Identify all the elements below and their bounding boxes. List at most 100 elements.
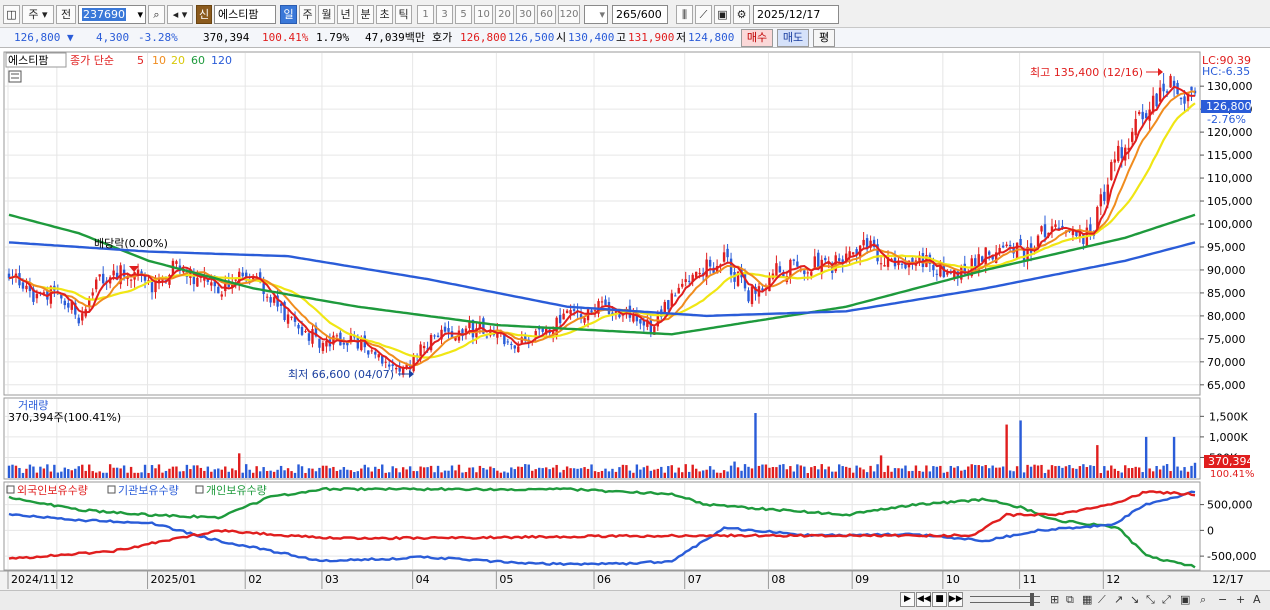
volume-bar — [140, 472, 143, 478]
tab-year[interactable]: 년 — [337, 5, 354, 24]
zoom-in-icon[interactable]: + — [1236, 592, 1245, 607]
volume-bar — [694, 468, 698, 478]
stock-chart[interactable]: 130,000125,000120,000115,000110,000105,0… — [0, 48, 1270, 590]
volume-bar — [600, 470, 604, 478]
save-icon[interactable]: ▣ — [714, 5, 731, 24]
candle-body — [286, 314, 290, 324]
layout-icon[interactable]: ⊞ — [1050, 592, 1059, 607]
candle-body — [984, 247, 987, 265]
high-annotation: 최고 135,400 (12/16) — [1030, 66, 1143, 79]
volume-bar — [360, 468, 363, 478]
sound-icon[interactable]: ◂ ▾ — [167, 5, 193, 24]
minute-20[interactable]: 20 — [495, 5, 514, 24]
scroll-right-icon[interactable]: ▶ — [900, 592, 915, 607]
gear-icon[interactable]: ⚙ — [733, 5, 750, 24]
chart-type-icon[interactable]: ◫ — [3, 5, 20, 24]
count-field[interactable]: 265/600 — [612, 5, 668, 24]
time-tick-label: 11 — [1023, 573, 1037, 586]
volume-bar — [1131, 467, 1134, 478]
auto-scale-icon[interactable]: A — [1253, 592, 1261, 607]
volume-bar — [258, 471, 262, 478]
copy-icon[interactable]: ⧉ — [1066, 592, 1074, 607]
trend-icon[interactable]: ↘ — [1130, 592, 1139, 607]
zoom-out-icon[interactable]: − — [1218, 592, 1227, 607]
volume-bar — [1089, 465, 1092, 478]
minute-1[interactable]: 1 — [417, 5, 434, 24]
volume-bar — [625, 465, 628, 478]
volume-bar — [1151, 471, 1155, 478]
tab-minute[interactable]: 분 — [357, 5, 374, 24]
tab-day[interactable]: 일 — [280, 5, 297, 24]
candle-body — [604, 299, 607, 305]
fast-forward-icon[interactable]: ▶▶ — [948, 592, 963, 607]
eval-button[interactable]: 평 — [813, 29, 835, 47]
date-field[interactable]: 2025/12/17 — [753, 5, 839, 24]
volume-bar — [541, 468, 544, 478]
volume-bar — [269, 470, 272, 478]
volume-bar — [203, 470, 206, 478]
volume-bar — [810, 467, 813, 478]
volume-bar — [164, 470, 168, 478]
interval-dropdown[interactable]: ▾ — [584, 5, 608, 24]
sell-button[interactable]: 매도 — [777, 29, 809, 47]
period-dropdown[interactable]: 주 ▾ — [22, 5, 54, 24]
minute-60[interactable]: 60 — [537, 5, 556, 24]
draw-tool-icon[interactable]: ⟋ — [695, 5, 712, 24]
volume-bar — [1120, 472, 1123, 478]
minute-10[interactable]: 10 — [474, 5, 493, 24]
current-price-tag-text: 126,800 — [1206, 100, 1252, 113]
volume-bar — [1141, 472, 1144, 478]
prev-button[interactable]: 전 — [56, 5, 76, 24]
volume-bar — [886, 465, 890, 478]
time-tick-label: 06 — [597, 573, 611, 586]
tab-tick[interactable]: 틱 — [395, 5, 412, 24]
draw-line-icon[interactable]: ⟋ — [1098, 592, 1106, 607]
current-price: 126,800 ▼ — [14, 31, 74, 44]
stop-icon[interactable]: ■ — [932, 592, 947, 607]
volume-bar — [838, 464, 841, 478]
fib-icon[interactable]: ⤢ — [1162, 592, 1171, 607]
minute-5[interactable]: 5 — [455, 5, 472, 24]
chart-box-icon[interactable]: ▣ — [1180, 592, 1190, 607]
candle-body — [265, 296, 269, 298]
stock-code-input[interactable]: 237690 ▾ — [78, 5, 146, 24]
zoom-search-icon[interactable]: ⌕ — [1200, 592, 1206, 607]
holding-tick-label: -500,000 — [1207, 550, 1256, 563]
volume-bar — [60, 471, 63, 478]
volume-bar — [283, 470, 286, 478]
volume-bar — [576, 468, 579, 478]
volume-bar — [307, 468, 311, 478]
volume-bar — [154, 468, 157, 478]
buy-button[interactable]: 매수 — [741, 29, 773, 47]
candle-body — [342, 343, 346, 345]
search-icon[interactable]: ⌕ — [148, 5, 165, 24]
grid-icon[interactable]: ▦ — [1082, 592, 1092, 607]
rewind-icon[interactable]: ◀◀ — [916, 592, 931, 607]
tab-week[interactable]: 주 — [299, 5, 316, 24]
volume-bar — [7, 465, 11, 478]
volume-bar — [192, 465, 196, 478]
minute-120[interactable]: 120 — [558, 5, 580, 24]
tab-second[interactable]: 초 — [376, 5, 393, 24]
time-axis-right-label: 12/17 — [1212, 573, 1244, 586]
calculator-icon[interactable] — [8, 70, 22, 83]
volume-value: 370,394 — [203, 31, 250, 44]
tab-month[interactable]: 월 — [318, 5, 335, 24]
new-badge: 신 — [196, 5, 212, 24]
draw-arrow-icon[interactable]: ↗ — [1114, 592, 1123, 607]
volume-bar — [551, 467, 555, 478]
crosshair-icon[interactable]: ⤡ — [1146, 592, 1155, 607]
high-price: 131,900 — [628, 31, 675, 44]
candle-settings-icon[interactable]: ⫼ — [676, 5, 693, 24]
volume-bar — [733, 461, 736, 478]
volume-bar — [265, 471, 269, 478]
volume-bar — [607, 471, 611, 478]
volume-bar — [1148, 468, 1151, 478]
zoom-slider-handle[interactable] — [1030, 593, 1034, 606]
minute-30[interactable]: 30 — [516, 5, 535, 24]
volume-bar — [813, 465, 816, 478]
minute-3[interactable]: 3 — [436, 5, 453, 24]
volume-bar — [872, 471, 876, 478]
volume-bar — [394, 468, 398, 478]
volume-bar — [688, 471, 691, 478]
